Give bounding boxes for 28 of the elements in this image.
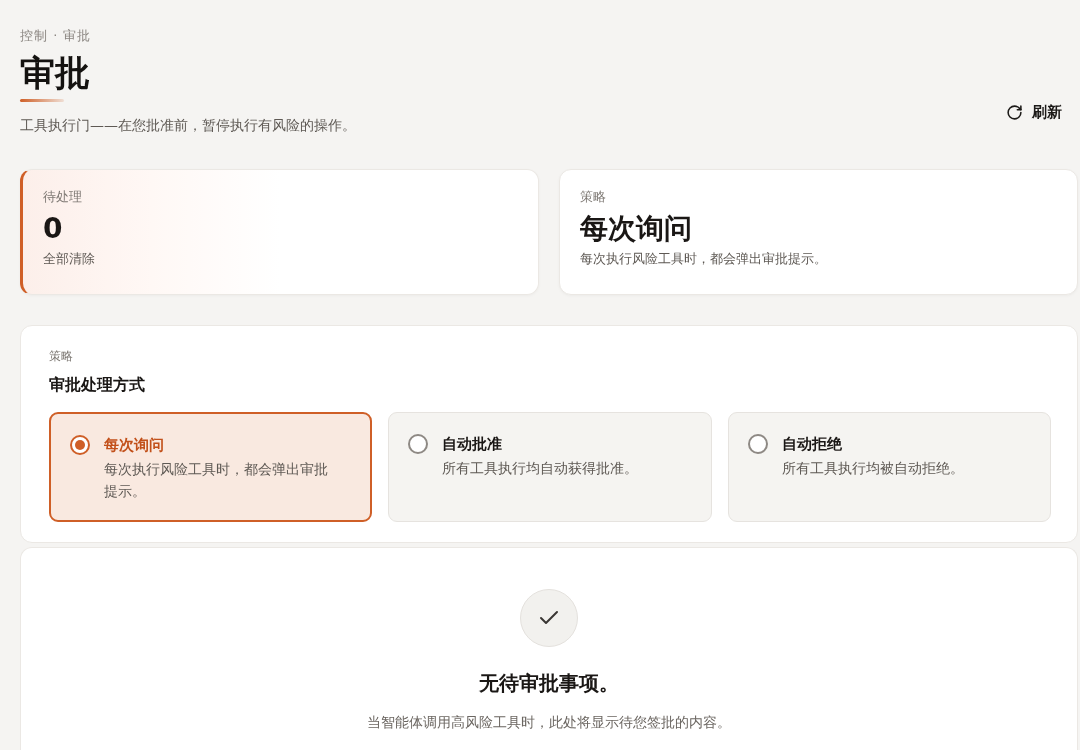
radio-icon — [408, 434, 429, 454]
empty-state-description: 当智能体调用高风险工具时，此处将显示待您签批的内容。 — [367, 713, 731, 732]
stat-label: 待处理 — [43, 188, 82, 206]
refresh-button[interactable]: 刷新 — [998, 97, 1078, 128]
stat-value: 0 — [43, 211, 63, 247]
stat-value: 每次询问 — [580, 211, 692, 247]
section-eyebrow: 策略 — [49, 348, 74, 364]
option-title: 自动批准 — [442, 434, 503, 455]
stat-note: 每次执行风险工具时，都会弹出审批提示。 — [580, 250, 827, 268]
empty-state-title: 无待审批事项。 — [479, 670, 619, 697]
policy-option[interactable]: 自动批准 所有工具执行均自动获得批准。 — [388, 412, 712, 522]
title-accent-line — [20, 99, 64, 102]
radio-icon — [70, 435, 90, 455]
breadcrumb: 控制 · 审批 — [20, 27, 92, 45]
section-title: 审批处理方式 — [49, 374, 146, 396]
option-title: 自动拒绝 — [781, 434, 842, 455]
page-description: 工具执行门——在您批准前，暂停执行有风险的操作。 — [20, 116, 356, 135]
stat-label: 策略 — [580, 188, 606, 206]
refresh-icon — [1006, 104, 1023, 121]
policy-option[interactable]: 自动拒绝 所有工具执行均被自动拒绝。 — [727, 412, 1051, 522]
option-description: 所有工具执行均自动获得批准。 — [442, 459, 639, 478]
page-title: 审批 — [20, 52, 90, 95]
option-description: 所有工具执行均被自动拒绝。 — [781, 459, 964, 478]
stat-note: 全部清除 — [43, 250, 95, 268]
option-description: 每次执行风险工具时，都会弹出审批提示。 — [104, 460, 329, 501]
policy-option[interactable]: 每次询问 每次执行风险工具时，都会弹出审批提示。 — [49, 412, 373, 522]
radio-icon — [747, 434, 768, 454]
option-title: 每次询问 — [104, 435, 164, 456]
